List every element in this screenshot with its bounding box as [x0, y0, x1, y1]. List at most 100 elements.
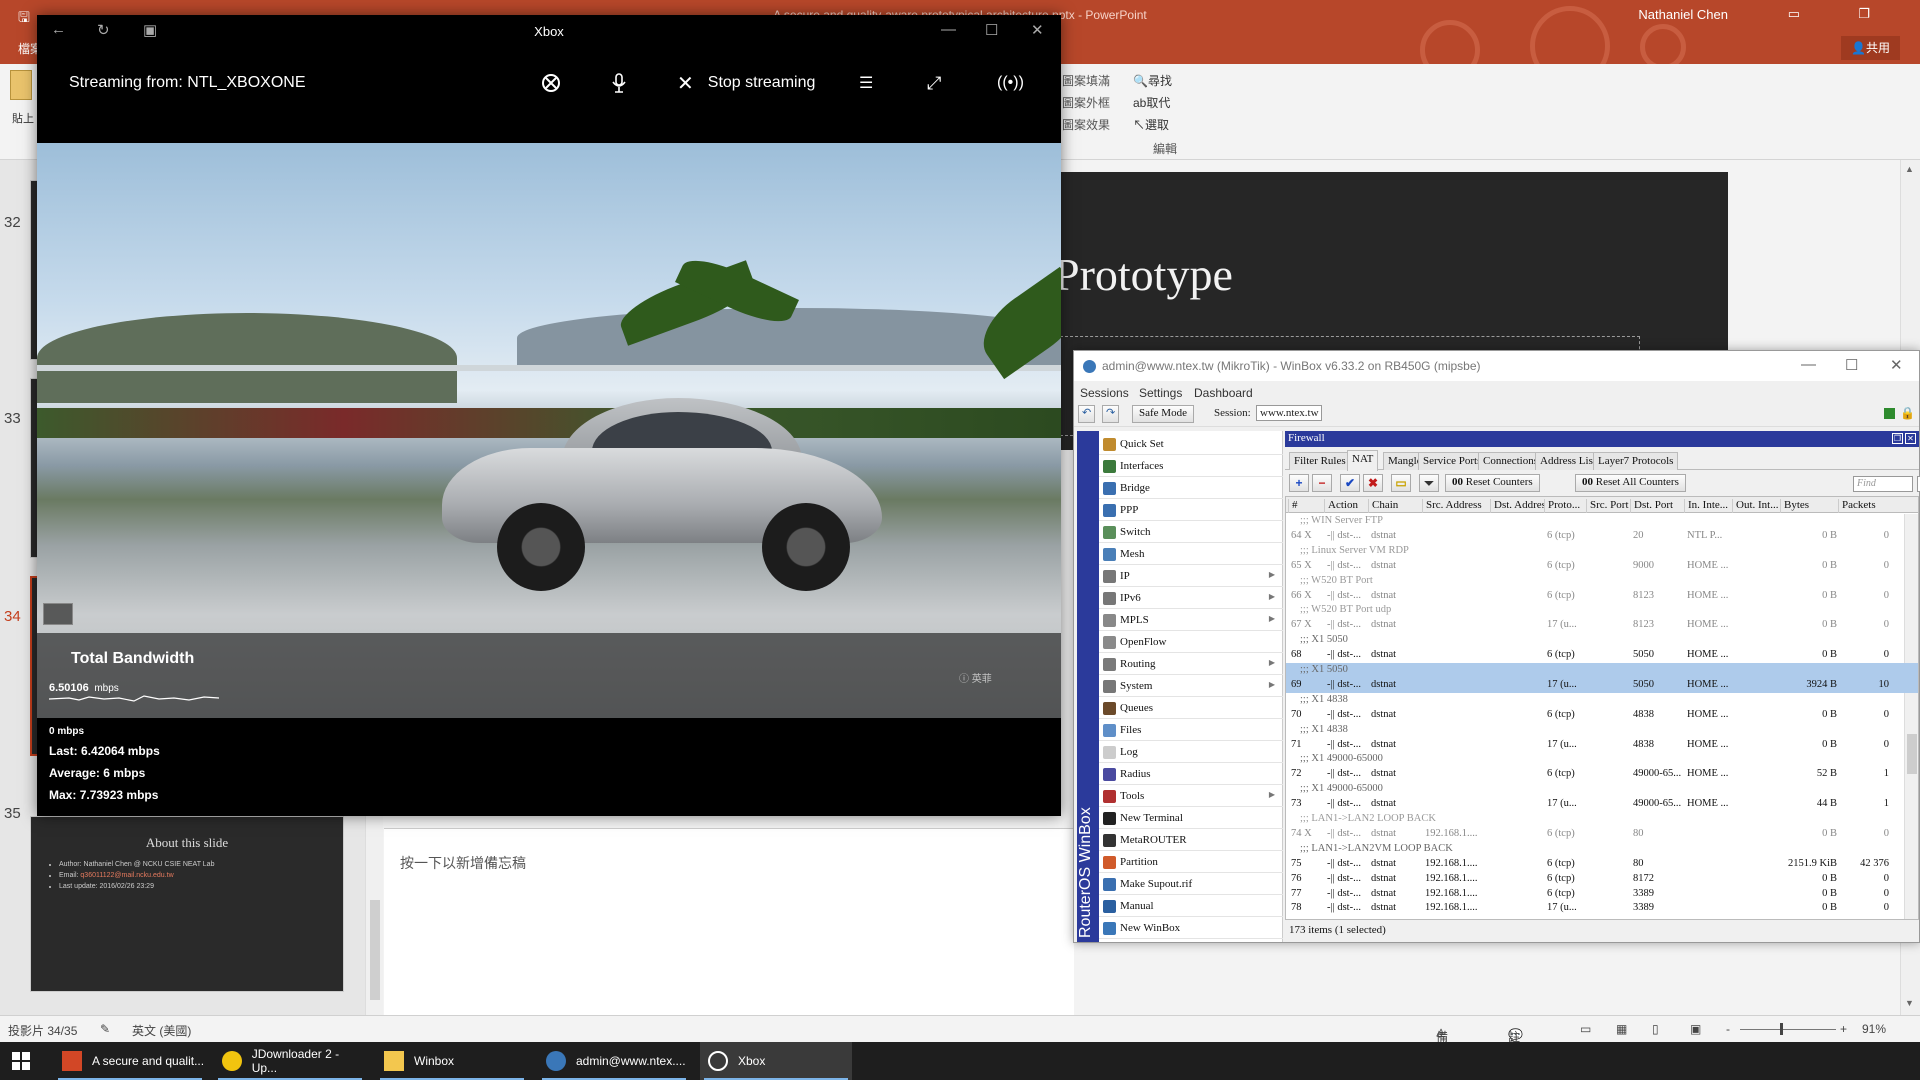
nav-item-metarouter[interactable]: MetaROUTER	[1099, 829, 1283, 851]
table-row[interactable]: 78 -|| dst-... dstnat 192.168.1.... 17 (u...…	[1286, 901, 1918, 916]
maximize-icon[interactable]: ☐	[985, 21, 998, 39]
redo-button[interactable]: ↷	[1102, 405, 1120, 423]
share-button[interactable]: 👤共用	[1841, 36, 1900, 60]
nav-item-system[interactable]: System ▶	[1099, 675, 1283, 697]
tab-connections[interactable]: Connections	[1478, 452, 1543, 470]
minimize-icon[interactable]: —	[941, 21, 956, 38]
table-row[interactable]: 70 -|| dst-... dstnat 6 (tcp) 4838 HOME ... 0 …	[1286, 708, 1918, 723]
nav-item-files[interactable]: Files	[1099, 719, 1283, 741]
notes-placeholder[interactable]: 按一下以新增備忘稿	[400, 853, 526, 873]
scroll-up-icon[interactable]: ▲	[1905, 164, 1914, 174]
column-header[interactable]: Action	[1324, 499, 1368, 513]
nav-item-new-terminal[interactable]: New Terminal	[1099, 807, 1283, 829]
menu-dashboard[interactable]: Dashboard	[1194, 386, 1253, 400]
rule-comment-row[interactable]: ;;; Linux Server VM RDP	[1286, 544, 1918, 559]
menu-button[interactable]: ☰	[859, 71, 873, 95]
find-input[interactable]: Find	[1853, 476, 1913, 492]
nav-item-tools[interactable]: Tools ▶	[1099, 785, 1283, 807]
maximize-icon[interactable]: ☐	[1845, 356, 1858, 374]
close-icon[interactable]: ✕	[1031, 21, 1044, 39]
nav-item-mesh[interactable]: Mesh	[1099, 543, 1283, 565]
close-icon[interactable]: ✕	[1890, 356, 1903, 374]
nav-item-queues[interactable]: Queues	[1099, 697, 1283, 719]
nav-item-quick-set[interactable]: Quick Set	[1099, 433, 1283, 455]
nav-item-mpls[interactable]: MPLS ▶	[1099, 609, 1283, 631]
nav-item-switch[interactable]: Switch	[1099, 521, 1283, 543]
nav-item-bridge[interactable]: Bridge	[1099, 477, 1283, 499]
scroll-down-icon[interactable]: ▼	[1905, 998, 1914, 1008]
xbox-guide-button[interactable]	[542, 71, 560, 95]
disable-icon[interactable]: ✖	[1363, 474, 1383, 492]
fullscreen-button[interactable]: ⤢	[927, 71, 941, 95]
tab-filter-rules[interactable]: Filter Rules	[1289, 452, 1351, 470]
nav-item-interfaces[interactable]: Interfaces	[1099, 455, 1283, 477]
select-button[interactable]: ↖選取	[1133, 116, 1169, 133]
network-status-button[interactable]: ((•))	[997, 71, 1024, 95]
zoom-slider[interactable]	[1740, 1029, 1836, 1030]
table-row[interactable]: 77 -|| dst-... dstnat 192.168.1.... 6 (tcp) 3…	[1286, 887, 1918, 902]
nav-item-log[interactable]: Log	[1099, 741, 1283, 763]
nav-item-ip[interactable]: IP ▶	[1099, 565, 1283, 587]
column-header[interactable]: Chain	[1368, 499, 1422, 513]
undo-button[interactable]: ↶	[1078, 405, 1096, 423]
language[interactable]: 英文 (美國)	[132, 1022, 191, 1039]
rule-comment-row[interactable]: ;;; X1 5050	[1286, 663, 1918, 678]
column-header[interactable]: #	[1288, 499, 1324, 513]
scrollbar-thumb[interactable]	[370, 900, 380, 1000]
rule-comment-row[interactable]: ;;; X1 49000-65000	[1286, 752, 1918, 767]
rule-comment-row[interactable]: ;;; X1 5050	[1286, 633, 1918, 648]
rule-comment-row[interactable]: ;;; LAN1->LAN2 LOOP BACK	[1286, 812, 1918, 827]
column-header[interactable]: Dst. Port	[1630, 499, 1684, 513]
menu-sessions[interactable]: Sessions	[1080, 386, 1129, 400]
zoom-out-button[interactable]: -	[1726, 1022, 1730, 1036]
rule-comment-row[interactable]: ;;; X1 4838	[1286, 693, 1918, 708]
shape-fill-button[interactable]: 圖案填滿	[1062, 72, 1110, 89]
column-header[interactable]: Dst. Address	[1490, 499, 1544, 513]
restore-icon[interactable]: ❐	[1858, 6, 1870, 22]
nav-item-ppp[interactable]: PPP	[1099, 499, 1283, 521]
rule-comment-row[interactable]: ;;; W520 BT Port	[1286, 574, 1918, 589]
nav-item-new-winbox[interactable]: New WinBox	[1099, 917, 1283, 939]
rule-comment-row[interactable]: ;;; X1 4838	[1286, 723, 1918, 738]
tab-service-ports[interactable]: Service Ports	[1418, 452, 1487, 470]
filter-icon[interactable]: ⏷	[1419, 474, 1439, 492]
user-name[interactable]: Nathaniel Chen	[1638, 7, 1728, 22]
taskbar-item-powerpoint[interactable]: A secure and qualit...	[54, 1042, 206, 1080]
nav-item-ipv6[interactable]: IPv6 ▶	[1099, 587, 1283, 609]
zoom-in-button[interactable]: +	[1840, 1022, 1847, 1036]
windows-start-icon[interactable]	[12, 1052, 30, 1070]
nav-item-openflow[interactable]: OpenFlow	[1099, 631, 1283, 653]
slide-title[interactable]: Prototype	[1054, 248, 1233, 301]
tab-layer7-protocols[interactable]: Layer7 Protocols	[1593, 452, 1679, 470]
taskbar-item-jdownloader[interactable]: JDownloader 2 - Up...	[214, 1042, 366, 1080]
zoom-slider-thumb[interactable]	[1780, 1023, 1783, 1035]
zoom-level[interactable]: 91%	[1862, 1022, 1886, 1036]
keyboard-icon[interactable]	[43, 603, 73, 625]
shape-effects-button[interactable]: 圖案效果	[1062, 116, 1110, 133]
slide-sorter-icon[interactable]: ▦	[1616, 1022, 1627, 1036]
shape-outline-button[interactable]: 圖案外框	[1062, 94, 1110, 111]
rule-comment-row[interactable]: ;;; LAN1->LAN2VM LOOP BACK	[1286, 842, 1918, 857]
table-row[interactable]: 69 -|| dst-... dstnat 17 (u... 5050 HOME ... 3…	[1286, 677, 1918, 693]
close-icon[interactable]: ✕	[1905, 433, 1916, 444]
table-row[interactable]: 76 -|| dst-... dstnat 192.168.1.... 6 (tcp) 8…	[1286, 872, 1918, 887]
reset-counters-button[interactable]: 00 Reset Counters	[1445, 474, 1540, 492]
table-row[interactable]: 75 -|| dst-... dstnat 192.168.1.... 6 (tcp) 8…	[1286, 857, 1918, 872]
nav-item-partition[interactable]: Partition	[1099, 851, 1283, 873]
normal-view-icon[interactable]: ▭	[1580, 1022, 1591, 1036]
stop-streaming-button[interactable]: ✕ Stop streaming	[677, 71, 815, 95]
taskbar-item-xbox[interactable]: Xbox	[700, 1042, 852, 1080]
column-header[interactable]: Src. Address	[1422, 499, 1490, 513]
rule-comment-row[interactable]: ;;; X1 49000-65000	[1286, 782, 1918, 797]
taskbar-item-winbox-folder[interactable]: Winbox	[376, 1042, 528, 1080]
menu-settings[interactable]: Settings	[1139, 386, 1182, 400]
spellcheck-icon[interactable]: ✎	[100, 1022, 110, 1036]
nav-item-make-supout-rif[interactable]: Make Supout.rif	[1099, 873, 1283, 895]
table-row[interactable]: 72 -|| dst-... dstnat 6 (tcp) 49000-65... HOM…	[1286, 767, 1918, 782]
remove-icon[interactable]: −	[1312, 474, 1332, 492]
notes-pane[interactable]: 按一下以新增備忘稿	[384, 828, 1074, 1018]
comment-icon[interactable]: ▭	[1391, 474, 1411, 492]
restore-icon[interactable]: ❐	[1892, 433, 1903, 444]
add-icon[interactable]: +	[1289, 474, 1309, 492]
table-row[interactable]: 74 X -|| dst-... dstnat 192.168.1.... 6 (tcp…	[1286, 827, 1918, 842]
